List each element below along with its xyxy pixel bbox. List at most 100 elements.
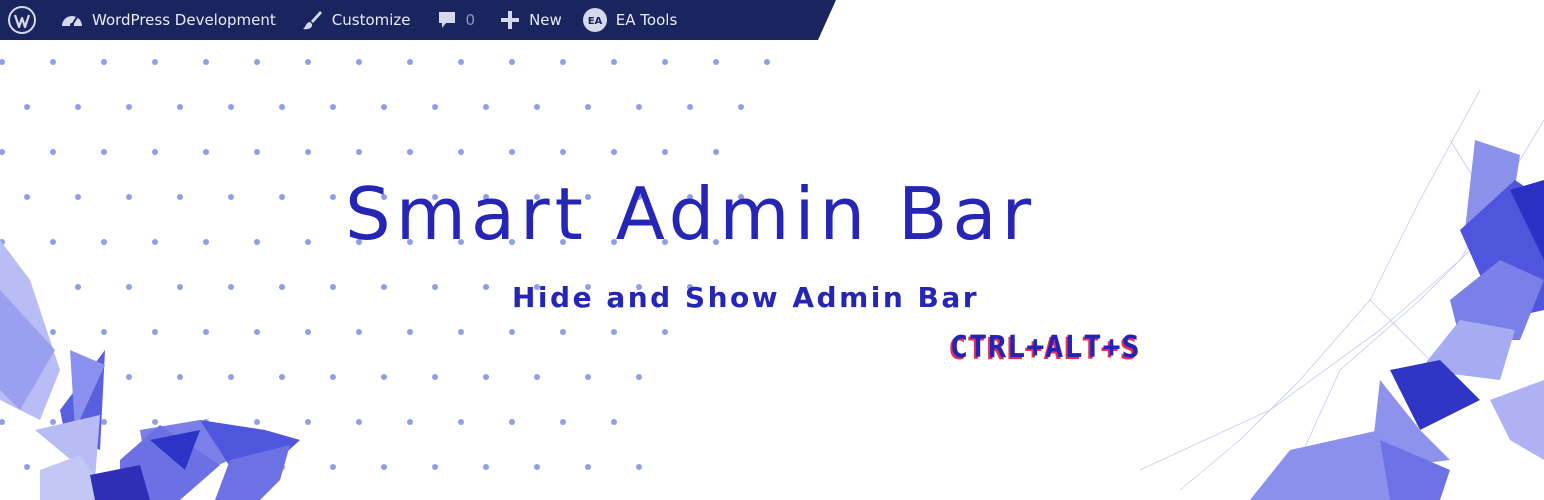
decorative-dot <box>381 284 387 290</box>
keyboard-shortcut: CTRL+ALT+S <box>950 330 1141 365</box>
page-title: Smart Admin Bar <box>345 172 1037 256</box>
decorative-dot <box>662 59 668 65</box>
right-polygon-decoration <box>1139 89 1544 500</box>
decorative-dot <box>330 104 336 110</box>
customize-menu[interactable]: Customize <box>300 0 411 40</box>
decorative-dot <box>75 194 81 200</box>
decorative-dot <box>458 419 464 425</box>
decorative-dot <box>356 149 362 155</box>
decorative-dot <box>636 104 642 110</box>
decorative-dot <box>662 329 668 335</box>
decorative-dot <box>101 59 107 65</box>
decorative-dot <box>432 284 438 290</box>
decorative-dot <box>560 329 566 335</box>
decorative-dot <box>534 104 540 110</box>
decorative-dot <box>177 104 183 110</box>
decorative-dot <box>713 59 719 65</box>
decorative-dot <box>611 149 617 155</box>
decorative-dot <box>483 104 489 110</box>
ea-icon: EA <box>582 8 607 32</box>
decorative-dot <box>509 329 515 335</box>
decorative-dot <box>611 59 617 65</box>
decorative-dot <box>254 149 260 155</box>
plus-icon <box>501 11 520 29</box>
decorative-dot <box>713 149 719 155</box>
decorative-dot <box>381 464 387 470</box>
decorative-dot <box>330 284 336 290</box>
decorative-dot <box>152 59 158 65</box>
decorative-dot <box>458 59 464 65</box>
decorative-dot <box>534 464 540 470</box>
decorative-dot <box>611 329 617 335</box>
customize-label: Customize <box>331 11 411 29</box>
decorative-dot <box>483 284 489 290</box>
decorative-dot <box>509 59 515 65</box>
decorative-dot <box>50 59 56 65</box>
decorative-dot <box>534 374 540 380</box>
decorative-dot <box>356 419 362 425</box>
brush-icon <box>302 11 322 30</box>
decorative-dot <box>483 464 489 470</box>
admin-bar: WordPress Development Customize 0 New EA… <box>0 0 836 40</box>
left-polygon-decoration <box>0 240 300 500</box>
decorative-dot <box>228 104 234 110</box>
decorative-dot <box>305 59 311 65</box>
decorative-dot <box>305 149 311 155</box>
decorative-dot <box>407 149 413 155</box>
decorative-dot <box>509 419 515 425</box>
decorative-dot <box>356 59 362 65</box>
decorative-dot <box>381 104 387 110</box>
decorative-dot <box>585 374 591 380</box>
decorative-dot <box>687 104 693 110</box>
decorative-dot <box>126 104 132 110</box>
decorative-dot <box>330 374 336 380</box>
decorative-dot <box>407 59 413 65</box>
comment-icon <box>438 12 455 28</box>
comments-menu[interactable]: 0 <box>436 0 476 40</box>
decorative-dot <box>203 149 209 155</box>
decorative-dot <box>560 419 566 425</box>
decorative-dot <box>203 59 209 65</box>
decorative-dot <box>611 419 617 425</box>
comments-count: 0 <box>465 11 476 29</box>
wordpress-logo-icon <box>8 6 36 34</box>
new-content-menu[interactable]: New <box>499 0 562 40</box>
decorative-dot <box>50 149 56 155</box>
decorative-dot <box>381 374 387 380</box>
decorative-dot <box>24 104 30 110</box>
dashboard-icon <box>62 16 82 27</box>
decorative-dot <box>101 149 107 155</box>
decorative-dot <box>636 464 642 470</box>
decorative-dot <box>560 59 566 65</box>
decorative-dot <box>585 104 591 110</box>
decorative-dot <box>458 329 464 335</box>
decorative-dot <box>152 149 158 155</box>
decorative-dot <box>279 194 285 200</box>
site-name-label: WordPress Development <box>92 11 276 29</box>
ea-icon-text: EA <box>588 16 603 27</box>
decorative-dot <box>177 194 183 200</box>
decorative-dot <box>636 374 642 380</box>
decorative-dot <box>356 329 362 335</box>
wordpress-menu[interactable] <box>7 0 37 40</box>
decorative-dot <box>0 59 5 65</box>
decorative-dot <box>0 149 5 155</box>
ea-tools-label: EA Tools <box>615 11 678 29</box>
new-label: New <box>529 11 562 29</box>
decorative-dot <box>458 149 464 155</box>
decorative-dot <box>126 194 132 200</box>
decorative-dot <box>432 374 438 380</box>
decorative-dot <box>662 149 668 155</box>
decorative-dot <box>764 59 770 65</box>
decorative-dot <box>560 149 566 155</box>
decorative-dot <box>279 104 285 110</box>
decorative-dot <box>330 194 336 200</box>
decorative-dot <box>483 374 489 380</box>
decorative-dot <box>407 419 413 425</box>
site-name-menu[interactable]: WordPress Development <box>60 0 276 40</box>
page-subtitle: Hide and Show Admin Bar <box>512 281 980 314</box>
decorative-dot <box>432 464 438 470</box>
decorative-dot <box>509 149 515 155</box>
decorative-dot <box>432 104 438 110</box>
ea-tools-menu[interactable]: EA EA Tools <box>582 0 677 40</box>
